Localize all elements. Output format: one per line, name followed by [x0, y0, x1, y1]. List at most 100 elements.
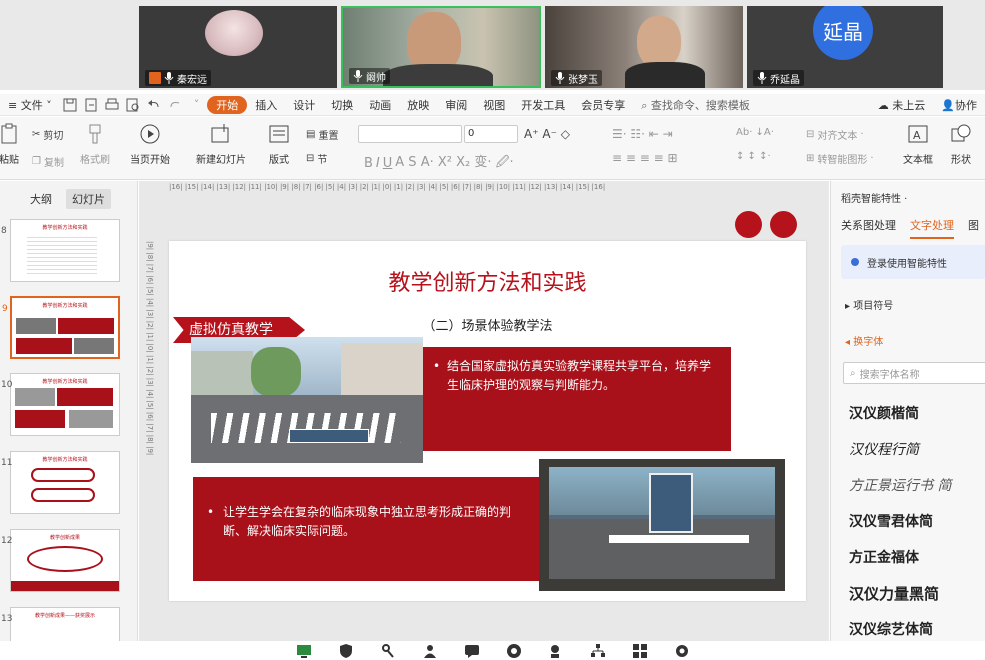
paste-button[interactable]: 粘贴	[0, 123, 20, 166]
menu-file[interactable]: ≡ 文件 ˅	[0, 97, 60, 113]
quick-dropdown-icon[interactable]: ˅	[186, 98, 208, 111]
font-option[interactable]: 汉仪综艺体简	[849, 619, 933, 639]
breakout-icon[interactable]	[589, 643, 607, 659]
list-controls[interactable]: ☰· ☷· ⇤ ⇥	[612, 127, 673, 141]
print-icon[interactable]	[105, 98, 120, 111]
font-option[interactable]: 汉仪颜楷简	[849, 403, 919, 423]
cloud-status[interactable]: ☁ 未上云	[870, 97, 934, 113]
export-icon[interactable]	[84, 98, 99, 112]
avatar: 延晶	[813, 6, 873, 60]
shape-button[interactable]: 形状	[950, 123, 972, 166]
video-tile-4[interactable]: 延晶 乔延晶	[747, 6, 943, 88]
laptop-image[interactable]	[539, 459, 785, 591]
video-tile-1[interactable]: 秦宏远	[139, 6, 337, 88]
play-icon	[140, 124, 160, 144]
slide-thumb[interactable]: 10 教学创新方法和实践	[1, 373, 120, 436]
login-banner[interactable]: 登录使用智能特性	[841, 245, 985, 279]
command-search[interactable]: ⌕ 查找命令、搜索模板	[633, 97, 758, 113]
apps-icon[interactable]	[631, 643, 649, 659]
brush-icon	[89, 124, 101, 144]
slide-thumb[interactable]: 8 教学创新方法和实践	[1, 219, 120, 282]
font-option[interactable]: 汉仪力量黑简	[849, 583, 939, 604]
text-direction-controls[interactable]: Ab· ↓A·	[736, 127, 774, 138]
text-box-icon: A	[908, 125, 928, 143]
layout-button[interactable]: 版式	[268, 123, 290, 166]
annotate-icon[interactable]	[379, 643, 397, 659]
line-spacing-controls[interactable]: ↕ ↕ ↕·	[736, 151, 771, 162]
tab-outline[interactable]: 大纲	[24, 189, 58, 209]
tab-design[interactable]: 设计	[285, 97, 323, 113]
align-text-icon: ⊟	[806, 129, 815, 140]
participants-icon[interactable]	[421, 643, 439, 659]
tab-start[interactable]: 开始	[207, 95, 248, 114]
avatar	[205, 10, 263, 56]
search-icon: ⌕	[850, 367, 856, 379]
user-icon	[149, 72, 161, 84]
play-current-button[interactable]: 当页开始	[130, 123, 170, 166]
slide-thumb-selected[interactable]: 9 教学创新方法和实践	[2, 296, 120, 359]
bullet-box-2[interactable]: • 让学生学会在复杂的临床现象中独立思考形成正确的判断、解决临床实际问题。	[193, 477, 539, 581]
panel-header[interactable]: 稻壳智能特性 ·	[841, 190, 907, 205]
layout-icon	[269, 125, 289, 143]
align-controls[interactable]: ≡ ≡ ≡ ≡ ⊞	[612, 151, 678, 165]
change-font-section[interactable]: ◂ 换字体	[845, 333, 883, 348]
tab-animation[interactable]: 动画	[361, 97, 399, 113]
person-video	[637, 16, 681, 68]
font-option[interactable]: 方正景运行书 简	[849, 475, 951, 495]
font-option[interactable]: 汉仪程行简	[849, 439, 919, 459]
smart-art-button[interactable]: ⊞ 转智能图形 ·	[806, 151, 874, 166]
collab-button[interactable]: 👤协作	[933, 97, 985, 113]
font-size-controls[interactable]: A⁺ A⁻ ◇	[524, 127, 570, 141]
section-button[interactable]: ⊟ 节	[306, 151, 327, 166]
video-tile-3[interactable]: 张梦玉	[545, 6, 743, 88]
mic-icon	[555, 72, 565, 84]
format-painter-button[interactable]: 格式刷	[80, 123, 110, 166]
tab-slides[interactable]: 幻灯片	[66, 189, 111, 209]
cut-button[interactable]: ✂ 剪切	[32, 127, 63, 142]
new-slide-button[interactable]: 新建幻灯片	[196, 123, 246, 166]
chat-icon[interactable]	[463, 643, 481, 659]
tab-more[interactable]: 图	[968, 217, 979, 239]
tab-slideshow[interactable]: 放映	[399, 97, 437, 113]
bullet-symbol-section[interactable]: ▸ 项目符号	[845, 297, 893, 312]
info-icon	[851, 258, 859, 266]
font-option[interactable]: 方正金福体	[849, 547, 919, 567]
font-name-select[interactable]	[358, 125, 462, 143]
video-tile-2[interactable]: 阚帅	[341, 6, 541, 88]
reset-button[interactable]: ▤ 重置	[306, 127, 338, 142]
slide-panel: 大纲 幻灯片 8 教学创新方法和实践 9 教学创新方法和实践 10 教学创新方法…	[0, 181, 138, 647]
shape-icon	[951, 124, 971, 142]
bullet-box-1[interactable]: • 结合国家虚拟仿真实验教学课程共享平台，培养学生临床护理的观察与判断能力。	[423, 347, 731, 451]
tab-text-processing[interactable]: 文字处理	[910, 217, 954, 239]
text-format-controls[interactable]: B I U A S A· X² X₂ 变· 🖉·	[364, 151, 514, 175]
slide-canvas[interactable]: |16| |15| |14| |13| |12| |11| |10| |9| |…	[139, 181, 829, 641]
settings-person-icon[interactable]	[547, 643, 565, 659]
copy-button[interactable]: ❐ 复制	[32, 154, 64, 169]
tab-insert[interactable]: 插入	[247, 97, 285, 113]
tab-transition[interactable]: 切换	[323, 97, 361, 113]
font-size-select[interactable]: 0	[464, 125, 518, 143]
slide-thumb[interactable]: 11 教学创新方法和实践	[1, 451, 120, 514]
record-icon[interactable]	[505, 643, 523, 659]
text-box-button[interactable]: A 文本框	[903, 123, 933, 166]
preview-icon[interactable]	[126, 98, 141, 112]
tab-member[interactable]: 会员专享	[573, 97, 633, 113]
tab-relation-chart[interactable]: 关系图处理	[841, 217, 896, 239]
shield-icon[interactable]	[337, 643, 355, 659]
align-text-button[interactable]: ⊟ 对齐文本 ·	[806, 127, 864, 142]
tab-developer[interactable]: 开发工具	[513, 97, 573, 113]
undo-icon[interactable]	[147, 98, 162, 111]
slide-title[interactable]: 教学创新方法和实践	[169, 265, 806, 297]
font-search-input[interactable]: ⌕ 搜索字体名称	[843, 362, 985, 384]
tab-review[interactable]: 审阅	[437, 97, 475, 113]
simulation-image[interactable]	[191, 337, 423, 463]
redo-icon[interactable]	[168, 98, 183, 111]
video-strip: 秦宏远 阚帅 张梦玉 延晶 乔延晶	[0, 0, 985, 90]
save-icon[interactable]	[63, 98, 78, 112]
screen-share-icon[interactable]	[295, 643, 313, 659]
font-option[interactable]: 汉仪雪君体简	[849, 511, 933, 531]
gear-icon[interactable]	[673, 643, 691, 659]
slide[interactable]: 教学创新方法和实践 （二）场景体验教学法 虚拟仿真教学 • 结合国家虚拟仿真实验…	[169, 241, 806, 601]
slide-thumb[interactable]: 12 教学创新成果	[1, 529, 120, 592]
tab-view[interactable]: 视图	[475, 97, 513, 113]
